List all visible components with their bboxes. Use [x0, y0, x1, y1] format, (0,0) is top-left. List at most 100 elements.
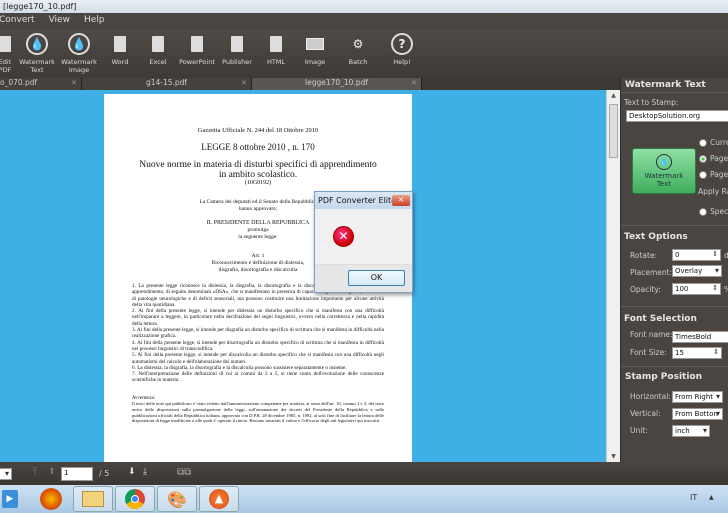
opacity-unit: % — [724, 285, 728, 294]
page-number-input[interactable]: 1 — [61, 467, 93, 481]
publisher-button[interactable]: Publisher — [218, 30, 256, 78]
font-size-input[interactable]: 15 — [672, 347, 722, 359]
placement-select[interactable]: Overlay — [672, 265, 722, 277]
font-selection-heading: Font Selection — [624, 314, 697, 324]
scroll-up-icon[interactable]: ▲ — [607, 92, 620, 99]
paint-taskbar-button[interactable]: 🎨 — [157, 486, 197, 512]
language-indicator[interactable]: IT — [690, 493, 697, 502]
first-page-icon[interactable]: ⤒ — [33, 467, 37, 477]
word-button[interactable]: Word — [100, 30, 140, 78]
chrome-icon — [125, 489, 145, 509]
rotate-unit: d — [724, 251, 728, 260]
last-page-icon[interactable]: ⤓ — [143, 467, 147, 477]
radio-pages[interactable]: Pages — [699, 154, 728, 163]
vertical-label: Vertical: — [630, 409, 661, 418]
toolbar: Edit PDF 💧 Watermark Text 💧 Watermark Imag… — [0, 30, 728, 78]
pdf-converter-taskbar-button[interactable]: ▲ — [199, 486, 239, 512]
pdf-converter-icon: ▲ — [209, 489, 229, 509]
tab-g14-15[interactable]: g14-15.pdf ✕ — [82, 78, 252, 90]
radio-icon — [699, 139, 707, 147]
error-icon: ✕ — [333, 226, 354, 247]
close-icon[interactable]: ✕ — [71, 79, 77, 87]
scroll-thumb[interactable] — [609, 104, 618, 158]
unit-label: Unit: — [630, 426, 648, 435]
excel-button[interactable]: Excel — [140, 30, 176, 78]
menu-help[interactable]: Help — [82, 15, 107, 30]
watermark-text-apply-button[interactable]: 💧 Watermark Text — [632, 148, 696, 194]
radio-current[interactable]: Curren — [699, 138, 728, 147]
opacity-input[interactable]: 100 — [672, 283, 721, 295]
menu-view[interactable]: View — [47, 15, 72, 30]
text-options-heading: Text Options — [624, 232, 688, 242]
edit-pdf-icon — [0, 33, 16, 55]
font-name-label: Font name: — [630, 330, 673, 339]
vertical-select[interactable]: From Botton — [672, 408, 723, 420]
html-icon — [265, 33, 287, 55]
doc-title: Nuove norme in materia di disturbi speci… — [139, 160, 377, 170]
watermark-text-button[interactable]: 💧 Watermark Text — [16, 30, 58, 78]
close-icon[interactable]: ✕ — [241, 79, 247, 87]
stamp-text-input[interactable]: DesktopSolution.org — [626, 110, 728, 122]
image-icon — [304, 33, 326, 55]
watermark-image-button[interactable]: 💧 Watermark Image — [58, 30, 100, 78]
excel-icon — [147, 33, 169, 55]
powerpoint-button[interactable]: PowerPoint — [176, 30, 218, 78]
media-player-icon[interactable]: ▶ — [2, 490, 18, 508]
zoom-select[interactable] — [0, 468, 12, 480]
publisher-icon — [226, 33, 248, 55]
burner-app-icon[interactable] — [40, 488, 62, 510]
explorer-taskbar-button[interactable] — [73, 486, 113, 512]
folder-icon — [82, 491, 104, 507]
panel-title: Watermark Text — [625, 80, 706, 90]
radio-checked-icon — [699, 155, 707, 163]
tab-o070[interactable]: o_070.pdf ✕ — [0, 78, 82, 90]
powerpoint-icon — [186, 33, 208, 55]
html-button[interactable]: HTML — [256, 30, 296, 78]
navigation-bar: ⤒ ⬆ 1 / 5 ⬇ ⤓ ⧉⧉ — [0, 462, 728, 485]
menu-convert[interactable]: Convert — [0, 15, 37, 30]
scroll-down-icon[interactable]: ▼ — [607, 453, 620, 460]
radio-specific[interactable]: Specif — [699, 207, 728, 216]
stamp-position-heading: Stamp Position — [625, 372, 703, 382]
menu-bar: Convert View Help — [0, 13, 728, 30]
apply-range-label: Apply Ran — [698, 187, 728, 196]
stamp-label: Text to Stamp: — [624, 98, 679, 107]
watermark-panel: Watermark Text Text to Stamp: DesktopSol… — [620, 78, 728, 462]
close-icon[interactable]: ✕ — [411, 79, 417, 87]
button-label: Text — [656, 180, 672, 188]
next-page-icon[interactable]: ⬇ — [128, 467, 136, 477]
batch-button[interactable]: ⚙ Batch — [334, 30, 382, 78]
tray-expand-icon[interactable]: ▲ — [709, 494, 714, 501]
doc-law: LEGGE 8 ottobre 2010 , n. 170 — [201, 142, 315, 152]
tab-legge170[interactable]: legge170_10.pdf ✕ — [252, 78, 422, 90]
word-icon — [109, 33, 131, 55]
doc-title-2: in ambito scolastico. — [218, 170, 298, 180]
vertical-scrollbar[interactable]: ▲ ▼ — [606, 90, 620, 462]
watermark-image-icon: 💧 — [68, 33, 90, 55]
font-name-input[interactable]: TimesBold — [672, 331, 728, 343]
doc-body: 1. La presente legge riconosce la disles… — [132, 283, 384, 384]
help-button[interactable]: ? Help! — [382, 30, 422, 78]
chrome-taskbar-button[interactable] — [115, 486, 155, 512]
button-label: Watermark — [644, 172, 684, 180]
opacity-label: Opacity: — [630, 285, 661, 294]
unit-select[interactable]: inch — [672, 425, 710, 437]
rotate-page-icon[interactable]: ⧉⧉ — [177, 467, 191, 478]
watermark-text-icon: 💧 — [26, 33, 48, 55]
help-icon: ? — [391, 33, 413, 55]
ok-button[interactable]: OK — [348, 270, 405, 286]
gears-icon: ⚙ — [352, 37, 364, 51]
rotate-input[interactable]: 0 — [672, 249, 721, 261]
doc-code: (10G0192) — [244, 180, 272, 186]
edit-pdf-button[interactable]: Edit PDF — [0, 30, 16, 78]
dialog-close-button[interactable]: ✕ — [392, 195, 410, 206]
radio-page-range[interactable]: Page R — [699, 170, 728, 179]
image-button[interactable]: Image — [296, 30, 334, 78]
prev-page-icon[interactable]: ⬆ — [48, 467, 56, 477]
horizontal-select[interactable]: From Right — [672, 391, 723, 403]
radio-icon — [699, 171, 707, 179]
font-size-label: Font Size: — [630, 348, 667, 357]
page-total: / 5 — [99, 469, 110, 478]
doc-header: Gazzetta Ufficiale N. 244 del 18 Ottobre… — [197, 127, 319, 134]
paint-palette-icon: 🎨 — [167, 489, 187, 509]
